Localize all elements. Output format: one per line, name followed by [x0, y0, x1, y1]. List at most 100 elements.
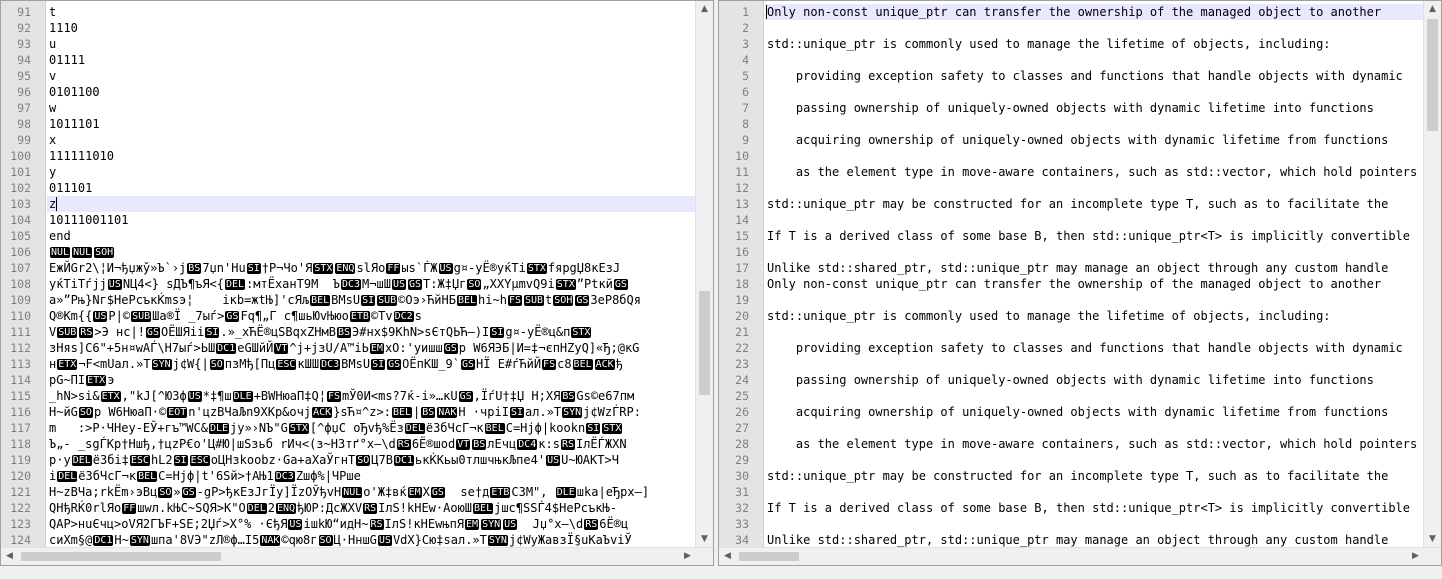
scroll-up-arrow-icon[interactable]: ▲ — [1424, 1, 1441, 18]
editor-line[interactable]: 109 а»”Рњ}Nг$НеРсъкЌmsэ¦ ікb=жtЊ]'сЯљ BEL В… — [1, 292, 696, 308]
editor-line[interactable]: 25 — [719, 388, 1424, 404]
line-text[interactable]: р·у DEL ё3бі‡ ESC hL2 SI ESC оЦНзkооbz·Gа+аХаЎг… — [47, 452, 696, 468]
line-text[interactable]: Н~zВЧа;rkЁm›эВц SO» GS -gР>ђкЕзJгЇу]ЇzОЎђvН… — [47, 484, 696, 500]
vertical-scrollbar[interactable]: ▲ ▼ — [695, 1, 713, 548]
editor-line[interactable]: 111 V SUB RS >Э нс|! GS ОЁШЯіі SI .»_хЋЁ®цSВqxZН… — [1, 324, 696, 340]
editor-line[interactable]: 99 x — [1, 132, 696, 148]
line-text[interactable]: NUL NUL SOH — [47, 244, 696, 260]
line-text[interactable]: providing exception safety to classes an… — [765, 68, 1424, 84]
editor-line[interactable]: 7 passing ownership of uniquely-owned ob… — [719, 100, 1424, 116]
line-text[interactable]: u — [47, 36, 696, 52]
line-text[interactable]: as the element type in move-aware contai… — [765, 436, 1424, 452]
editor-line[interactable]: 13 std::unique_ptr may be constructed for… — [719, 196, 1424, 212]
left-editor-pane[interactable]: 91 t 92 1110 93 u 94 01111 95 v 96 0101100 97 w 98 1011… — [0, 0, 714, 566]
editor-line[interactable]: 16 — [719, 244, 1424, 260]
line-text[interactable]: сиХm§@ DC1 Н~ SYN шпа'8VЭ"zЛ®ф…I5 NAK ©qю8г SO Ц… — [47, 532, 696, 548]
editor-line[interactable]: 118 Ъ„- _sgЃКр†Ншђ,†цzР€о'Ц#Ю|шSзьб rИч<(… — [1, 436, 696, 452]
line-text[interactable]: і DEL ё3бЧсГ¬к BEL С=Нјф|t'6Sй>†АЊ1 DC3 Zшф%|Ч… — [47, 468, 696, 484]
editor-line[interactable]: 114 pG~ПІ ETX э — [1, 372, 696, 388]
editor-line[interactable]: 110 Q®Кm{{US P|© SUB Ша®Ї _7ыѓ> GS Fq¶„Г с¶шьЮ… — [1, 308, 696, 324]
right-text-area[interactable]: 1 Only non-const unique_ptr can transfer … — [719, 4, 1424, 548]
editor-line[interactable]: 9 acquiring ownership of uniquely-owned … — [719, 132, 1424, 148]
line-text[interactable]: 1011101 — [47, 116, 696, 132]
line-text[interactable]: _hN>si& ETX ,"kJ[^Ю3ф US *‡¶ш DLE +ВWНюаП‡Q¦ FS… — [47, 388, 696, 404]
editor-line[interactable]: 10 — [719, 148, 1424, 164]
line-text[interactable]: acquiring ownership of uniquely-owned ob… — [765, 132, 1424, 148]
line-text[interactable]: passing ownership of uniquely-owned obje… — [765, 372, 1424, 388]
left-text-area[interactable]: 91 t 92 1110 93 u 94 01111 95 v 96 0101100 97 w 98 1011… — [1, 4, 696, 548]
editor-line[interactable]: 93 u — [1, 36, 696, 52]
editor-line[interactable]: 28 as the element type in move-aware con… — [719, 436, 1424, 452]
right-editor-pane[interactable]: 1 Only non-const unique_ptr can transfer … — [718, 0, 1442, 566]
editor-line[interactable]: 26 acquiring ownership of uniquely-owned… — [719, 404, 1424, 420]
editor-line[interactable]: 23 — [719, 356, 1424, 372]
line-text[interactable]: н ETX ¬F<mUал.»Т SYN ј¢W{| SO пзМђ[Пц ESC кШШ DC3… — [47, 356, 696, 372]
editor-line[interactable]: 104 10111001101 — [1, 212, 696, 228]
editor-line[interactable]: 119 р·у DEL ё3бі‡ ESC hL2 SI ESC оЦНзkооbz·Gа+аХ… — [1, 452, 696, 468]
editor-line[interactable]: 101 y — [1, 164, 696, 180]
editor-line[interactable]: 120 і DEL ё3бЧсГ¬к BEL С=Нјф|t'6Sй>†АЊ1 DC3 Zшф… — [1, 468, 696, 484]
line-text[interactable]: 01111 — [47, 52, 696, 68]
editor-line[interactable]: 19 — [719, 292, 1424, 308]
line-text[interactable]: Only non-const unique_ptr can transfer t… — [765, 276, 1424, 292]
editor-line[interactable]: 108 уќТіТѓјј US NЦ4<} sДЪ¶ъЯ<{DEL:мтЁханТ9М… — [1, 276, 696, 292]
scroll-right-arrow-icon[interactable]: ▶ — [1407, 548, 1424, 565]
line-text[interactable]: std::unique_ptr is commonly used to mana… — [765, 36, 1424, 52]
editor-line[interactable]: 2 — [719, 20, 1424, 36]
line-text[interactable]: std::unique_ptr may be constructed for a… — [765, 468, 1424, 484]
editor-line[interactable]: 107 ЕжЙGr2\¦И¬ђџжў»Ъ`›j BS 7џn'Hu SI †Р¬Чо'Я S… — [1, 260, 696, 276]
scrollbar-thumb[interactable] — [699, 291, 710, 395]
scroll-left-arrow-icon[interactable]: ◀ — [719, 548, 736, 565]
line-text[interactable]: z — [47, 196, 696, 212]
editor-line[interactable]: 21 — [719, 324, 1424, 340]
editor-line[interactable]: 117 m :>Р·ЧНеу-ЕЎ+гъ™WС& DLE jу»›NЪ"G STX [^ф… — [1, 420, 696, 436]
line-text[interactable]: If T is a derived class of some base B, … — [765, 228, 1424, 244]
editor-line[interactable]: 95 v — [1, 68, 696, 84]
editor-line[interactable]: 34 Unlike std::shared_ptr, std::unique_pt… — [719, 532, 1424, 548]
editor-line[interactable]: 15 If T is a derived class of some base B… — [719, 228, 1424, 244]
editor-line[interactable]: 22 providing exception safety to classes… — [719, 340, 1424, 356]
editor-line[interactable]: 92 1110 — [1, 20, 696, 36]
line-text[interactable]: std::unique_ptr is commonly used to mana… — [765, 308, 1424, 324]
editor-line[interactable]: 121 Н~zВЧа;rkЁm›эВц SO» GS -gР>ђкЕзJгЇу]ЇzОЎ… — [1, 484, 696, 500]
editor-line[interactable]: 14 — [719, 212, 1424, 228]
editor-line[interactable]: 17 Unlike std::shared_ptr, std::unique_pt… — [719, 260, 1424, 276]
line-text[interactable]: 10111001101 — [47, 212, 696, 228]
editor-line[interactable]: 103 z — [1, 196, 696, 212]
line-text[interactable]: Unlike std::shared_ptr, std::unique_ptr … — [765, 260, 1424, 276]
line-text[interactable]: Unlike std::shared_ptr, std::unique_ptr … — [765, 532, 1424, 548]
editor-line[interactable]: 18 Only non-const unique_ptr can transfer… — [719, 276, 1424, 292]
editor-line[interactable]: 3 std::unique_ptr is commonly used to man… — [719, 36, 1424, 52]
editor-line[interactable]: 1 Only non-const unique_ptr can transfer … — [719, 4, 1424, 20]
line-text[interactable]: Only non-const unique_ptr can transfer t… — [765, 4, 1424, 20]
editor-line[interactable]: 24 passing ownership of uniquely-owned o… — [719, 372, 1424, 388]
line-text[interactable]: If T is a derived class of some base B, … — [765, 500, 1424, 516]
editor-line[interactable]: 5 providing exception safety to classes … — [719, 68, 1424, 84]
line-text[interactable]: 0101100 — [47, 84, 696, 100]
line-text[interactable]: x — [47, 132, 696, 148]
editor-line[interactable]: 20 std::unique_ptr is commonly used to ma… — [719, 308, 1424, 324]
scrollbar-thumb[interactable] — [21, 552, 221, 561]
editor-line[interactable]: 105 end — [1, 228, 696, 244]
editor-line[interactable]: 122 QНђRЌ0rlЯо FF шwл.kЊС~SQЯ>К"О DEL 2 ENQ ђЮР… — [1, 500, 696, 516]
line-text[interactable]: passing ownership of uniquely-owned obje… — [765, 100, 1424, 116]
editor-line[interactable]: 96 0101100 — [1, 84, 696, 100]
editor-line[interactable]: 29 — [719, 452, 1424, 468]
scroll-down-arrow-icon[interactable]: ▼ — [696, 531, 713, 548]
vertical-scrollbar[interactable]: ▲ ▼ — [1423, 1, 1441, 548]
scroll-left-arrow-icon[interactable]: ◀ — [1, 548, 18, 565]
line-text[interactable]: Ъ„- _sgЃКр†Ншђ,†цzР€о'Ц#Ю|шSзьб rИч<(з~Н… — [47, 436, 696, 452]
line-text[interactable]: уќТіТѓјј US NЦ4<} sДЪ¶ъЯ<{DEL:мтЁханТ9М ЪD… — [47, 276, 696, 292]
editor-line[interactable]: 112 зНяs]С6"+5н¤wАЃ\Н7ыѓ>ЬШ DC1 еGШйЙ VT ^j+ј… — [1, 340, 696, 356]
line-text[interactable]: pG~ПІ ETX э — [47, 372, 696, 388]
editor-line[interactable]: 6 — [719, 84, 1424, 100]
editor-line[interactable]: 91 t — [1, 4, 696, 20]
line-text[interactable]: std::unique_ptr may be constructed for a… — [765, 196, 1424, 212]
line-text[interactable]: Н~йG SO р W6НюаП·© EOT n'цzВЧаЉn9ХКр&очј ACK}… — [47, 404, 696, 420]
editor-line[interactable]: 12 — [719, 180, 1424, 196]
line-text[interactable]: acquiring ownership of uniquely-owned ob… — [765, 404, 1424, 420]
line-text[interactable]: 111111010 — [47, 148, 696, 164]
editor-line[interactable]: 11 as the element type in move-aware con… — [719, 164, 1424, 180]
editor-line[interactable]: 94 01111 — [1, 52, 696, 68]
editor-line[interactable]: 106 NUL NUL SOH — [1, 244, 696, 260]
